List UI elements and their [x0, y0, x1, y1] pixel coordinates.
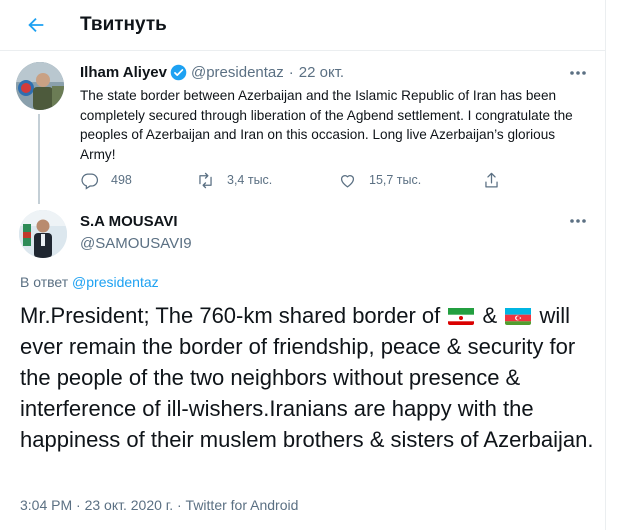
author-name[interactable]: Ilham Aliyev — [80, 64, 167, 81]
thread-connector-line — [38, 114, 40, 204]
more-options-button[interactable] — [566, 213, 590, 229]
parent-tweet-author-row: Ilham Aliyev @presidentaz · 22 окт. — [80, 64, 344, 81]
tweet-source-link[interactable]: Twitter for Android — [186, 497, 299, 513]
verified-badge-icon — [170, 64, 187, 81]
heart-icon — [340, 174, 355, 187]
flag-iran-icon — [448, 305, 475, 325]
avatar[interactable] — [19, 210, 67, 258]
like-button[interactable]: 15,7 тыс. — [338, 169, 421, 191]
tweet-metadata: 3:04 PM · 23 окт. 2020 г. · Twitter for … — [20, 497, 298, 513]
parent-tweet-text: The state border between Azerbaijan and … — [80, 88, 573, 162]
more-dots-icon — [570, 71, 586, 75]
separator-dot: · — [176, 497, 182, 513]
tweet-time[interactable]: 3:04 PM — [20, 497, 72, 513]
tweet-text-part: & — [482, 303, 498, 328]
avatar-photo-icon — [16, 62, 64, 110]
more-dots-icon — [570, 219, 586, 223]
reply-count: 498 — [111, 173, 132, 187]
retweet-count: 3,4 тыс. — [227, 173, 273, 187]
separator-dot: · — [76, 497, 81, 513]
share-button[interactable] — [482, 169, 501, 191]
tweet-text-part: Mr.President; The 760-km shared border o… — [20, 303, 441, 328]
scrollbar[interactable] — [624, 0, 638, 530]
retweet-button[interactable]: 3,4 тыс. — [196, 169, 272, 191]
separator-dot: · — [288, 64, 294, 81]
share-icon — [485, 172, 498, 187]
more-options-button[interactable] — [566, 65, 590, 81]
page-header: Твитнуть — [0, 0, 606, 51]
avatar-photo-icon — [19, 210, 67, 258]
tweet-full-date[interactable]: 23 окт. 2020 г. — [85, 497, 174, 513]
tweet-detail-column: Твитнуть Ilham Aliyev @presidentaz · 22 … — [0, 0, 606, 530]
in-reply-to: В ответ @presidentaz — [20, 274, 159, 290]
author-handle[interactable]: @presidentaz — [191, 64, 284, 81]
avatar[interactable] — [16, 62, 64, 110]
page-title: Твитнуть — [80, 14, 167, 35]
author-name[interactable]: S.A MOUSAVI — [80, 213, 178, 230]
flag-azerbaijan-icon — [505, 305, 532, 325]
parent-tweet-actions: 498 3,4 тыс. 15,7 тыс. — [76, 169, 516, 191]
retweet-icon — [199, 172, 212, 188]
tweet-date[interactable]: 22 окт. — [299, 64, 344, 81]
back-arrow-icon — [28, 17, 44, 33]
back-button[interactable] — [20, 9, 52, 41]
in-reply-label: В ответ — [20, 274, 69, 290]
reply-button[interactable]: 498 — [80, 169, 132, 191]
like-count: 15,7 тыс. — [369, 173, 422, 187]
author-handle[interactable]: @SAMOUSAVI9 — [80, 235, 192, 252]
reply-icon — [81, 173, 99, 190]
in-reply-mention-link[interactable]: @presidentaz — [72, 274, 159, 290]
reply-tweet-text: Mr.President; The 760-km shared border o… — [20, 300, 600, 455]
